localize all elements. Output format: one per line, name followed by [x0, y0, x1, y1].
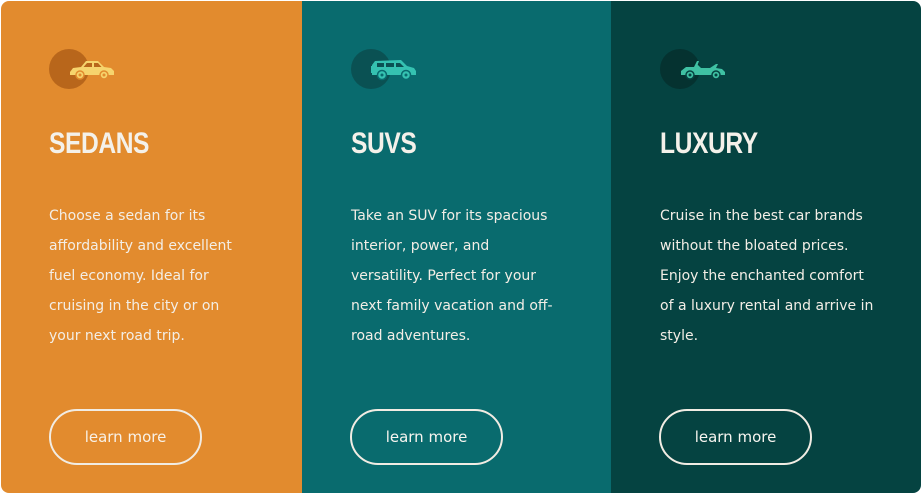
convertible-car-icon	[681, 61, 725, 80]
learn-more-button[interactable]: learn more	[49, 409, 202, 465]
sedan-icon-badge	[49, 49, 115, 89]
learn-more-button[interactable]: learn more	[659, 409, 812, 465]
car-category-cards: SEDANS Choose a sedan for its affordabil…	[1, 1, 921, 493]
suv-icon-badge	[351, 49, 417, 89]
sedan-car-icon	[70, 61, 114, 80]
card-description: Take an SUV for its spacious interior, p…	[351, 208, 553, 344]
suv-car-icon	[371, 60, 416, 81]
learn-more-button[interactable]: learn more	[350, 409, 503, 465]
card-title: LUXURY	[660, 127, 758, 160]
card-description: Choose a sedan for its affordability and…	[49, 208, 232, 344]
luxury-icon-badge	[660, 49, 726, 89]
card-description: Cruise in the best car brands without th…	[660, 208, 874, 344]
card-title: SUVS	[351, 127, 417, 160]
card-luxury: LUXURY Cruise in the best car brands wit…	[611, 1, 921, 493]
card-title: SEDANS	[49, 127, 150, 160]
card-sedans: SEDANS Choose a sedan for its affordabil…	[1, 1, 302, 493]
card-suvs: SUVS Take an SUV for its spacious interi…	[302, 1, 611, 493]
